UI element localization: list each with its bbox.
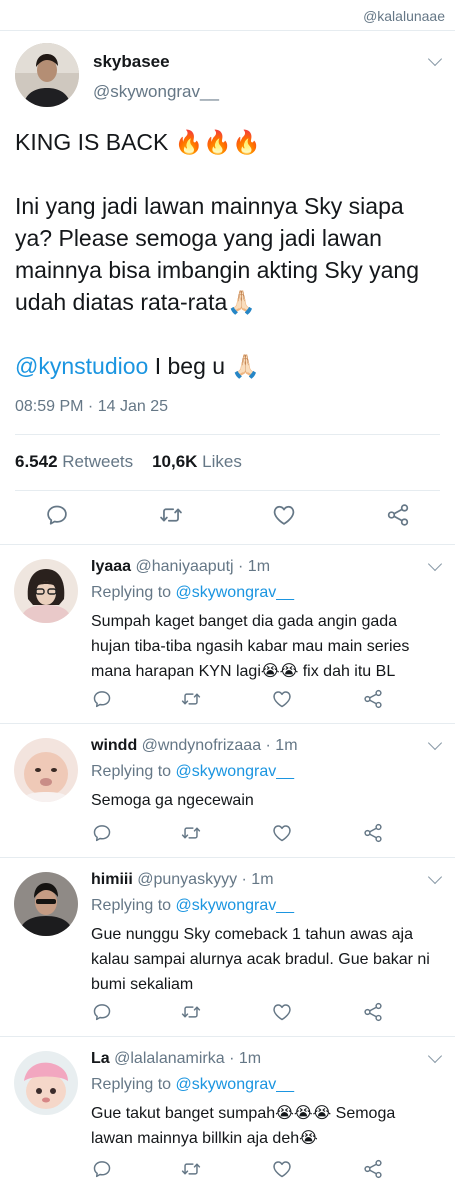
reply-header: La @lalalanamirka · 1m	[91, 1050, 261, 1068]
reply-text: Gue takut banget sumpah😭😭😭 Semoga lawan …	[91, 1105, 396, 1147]
tweet-timestamp: 08:59 PM · 14 Jan 25	[15, 398, 168, 415]
reply-icon[interactable]	[91, 1001, 113, 1023]
replying-to-link[interactable]: @skywongrav__	[176, 763, 295, 780]
reply-author-handle[interactable]: @punyaskyyy · 1m	[137, 871, 273, 888]
share-icon[interactable]	[362, 1158, 384, 1180]
divider	[15, 434, 440, 435]
avatar[interactable]	[14, 738, 78, 802]
avatar[interactable]	[14, 1051, 78, 1115]
replying-to-link[interactable]: @skywongrav__	[176, 1076, 295, 1093]
like-stat[interactable]: 10,6K Likes	[152, 452, 242, 471]
replying-to: Replying to @skywongrav__	[91, 584, 294, 602]
like-label: Likes	[202, 452, 242, 471]
reply-header: windd @wndynofrizaaa · 1m	[91, 737, 298, 755]
retweet-icon[interactable]	[180, 688, 202, 710]
replying-prefix: Replying to	[91, 1076, 176, 1093]
tweet-line: Ini yang jadi lawan mainnya Sky siapa ya…	[15, 193, 426, 315]
reply-tweet[interactable]: windd @wndynofrizaaa · 1m Replying to @s…	[0, 724, 455, 857]
retweet-icon[interactable]	[158, 502, 184, 528]
reply-text: Sumpah kaget banget dia gada angin gada …	[91, 613, 410, 680]
reply-tweet[interactable]: himiii @punyaskyyy · 1m Replying to @sky…	[0, 858, 455, 1036]
reply-author-name[interactable]: Iyaaa	[91, 558, 131, 575]
tweet-text: KING IS BACK 🔥🔥🔥 Ini yang jadi lawan mai…	[15, 126, 440, 382]
reply-author-handle[interactable]: @haniyaaputj · 1m	[136, 558, 271, 575]
heart-icon[interactable]	[271, 502, 297, 528]
retweet-icon[interactable]	[180, 822, 202, 844]
reply-header: Iyaaa @haniyaaputj · 1m	[91, 558, 270, 576]
reply-tweet[interactable]: Iyaaa @haniyaaputj · 1m Replying to @sky…	[0, 545, 455, 723]
retweet-count: 6.542	[15, 452, 58, 471]
reply-icon[interactable]	[91, 822, 113, 844]
retweet-icon[interactable]	[180, 1001, 202, 1023]
watermark-text: @kalalunaae	[363, 8, 445, 24]
replying-to: Replying to @skywongrav__	[91, 1076, 294, 1094]
tweet-line-text: I beg u 🙏🏻	[148, 353, 261, 379]
reply-author-handle[interactable]: @wndynofrizaaa · 1m	[142, 737, 298, 754]
replying-to: Replying to @skywongrav__	[91, 763, 294, 781]
retweet-stat[interactable]: 6.542 Retweets	[15, 452, 133, 471]
main-tweet: skybasee @skywongrav__ KING IS BACK 🔥🔥🔥 …	[0, 30, 455, 544]
replying-to-link[interactable]: @skywongrav__	[176, 897, 295, 914]
reply-text: Semoga ga ngecewain	[91, 792, 254, 809]
reply-author-name[interactable]: himiii	[91, 871, 133, 888]
replying-prefix: Replying to	[91, 897, 176, 914]
reply-author-name[interactable]: La	[91, 1050, 110, 1067]
heart-icon[interactable]	[271, 1001, 293, 1023]
chevron-down-icon[interactable]	[427, 556, 443, 572]
heart-icon[interactable]	[271, 822, 293, 844]
heart-icon[interactable]	[271, 1158, 293, 1180]
tweet-line: @kynstudioo I beg u 🙏🏻	[15, 350, 440, 382]
reply-icon[interactable]	[44, 502, 70, 528]
reply-header: himiii @punyaskyyy · 1m	[91, 871, 274, 889]
retweet-label: Retweets	[62, 452, 134, 471]
reply-text: Gue nunggu Sky comeback 1 tahun awas aja…	[91, 926, 430, 993]
avatar[interactable]	[14, 559, 78, 623]
share-icon[interactable]	[362, 688, 384, 710]
heart-icon[interactable]	[271, 688, 293, 710]
replying-to-link[interactable]: @skywongrav__	[176, 584, 295, 601]
reply-icon[interactable]	[91, 1158, 113, 1180]
share-icon[interactable]	[362, 1001, 384, 1023]
tweet-stats: 6.542 Retweets 10,6K Likes	[15, 452, 242, 472]
share-icon[interactable]	[362, 822, 384, 844]
chevron-down-icon[interactable]	[427, 869, 443, 885]
replying-prefix: Replying to	[91, 763, 176, 780]
like-count: 10,6K	[152, 452, 198, 471]
reply-author-handle[interactable]: @lalalanamirka · 1m	[114, 1050, 261, 1067]
reply-icon[interactable]	[91, 688, 113, 710]
divider	[15, 490, 440, 491]
author-handle[interactable]: @skywongrav__	[93, 82, 219, 102]
reply-tweet[interactable]: La @lalalanamirka · 1m Replying to @skyw…	[0, 1037, 455, 1200]
retweet-icon[interactable]	[180, 1158, 202, 1180]
chevron-down-icon[interactable]	[427, 1048, 443, 1064]
chevron-down-icon[interactable]	[427, 51, 443, 67]
author-name[interactable]: skybasee	[93, 52, 170, 72]
share-icon[interactable]	[385, 502, 411, 528]
mention-link[interactable]: @kynstudioo	[15, 353, 148, 379]
avatar[interactable]	[15, 43, 79, 107]
replying-prefix: Replying to	[91, 584, 176, 601]
replying-to: Replying to @skywongrav__	[91, 897, 294, 915]
tweet-line: KING IS BACK 🔥🔥🔥	[15, 129, 261, 155]
reply-author-name[interactable]: windd	[91, 737, 137, 754]
chevron-down-icon[interactable]	[427, 735, 443, 751]
avatar[interactable]	[14, 872, 78, 936]
